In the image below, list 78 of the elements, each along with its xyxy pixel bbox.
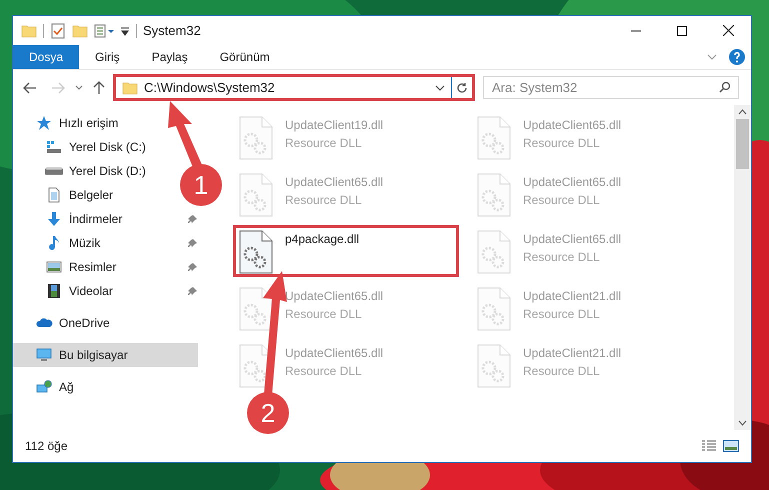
maximize-icon (677, 26, 687, 36)
item-count: 112 öğe (25, 438, 68, 455)
sidebar-item[interactable]: OneDrive (13, 311, 116, 335)
picture-icon (45, 259, 63, 275)
sidebar-item[interactable]: Belgeler (13, 183, 120, 207)
chevron-down-icon[interactable] (75, 84, 83, 90)
folder-icon (21, 22, 37, 38)
sidebar-item[interactable]: Yerel Disk (D:) (13, 159, 152, 183)
sidebar-item[interactable]: Resimler (13, 255, 122, 279)
settings-file-icon (239, 116, 273, 160)
file-name: UpdateClient65.dll (285, 174, 384, 191)
file-name: UpdateClient65.dll (523, 174, 622, 191)
ribbon-tab[interactable]: Dosya (13, 45, 80, 69)
ribbon-tab[interactable]: Görünüm (204, 45, 286, 69)
chevron-down-icon[interactable] (435, 84, 445, 92)
settings-file-icon (477, 344, 511, 388)
address-path: C:\Windows\System32 (144, 78, 275, 97)
drive-icon (45, 139, 63, 155)
settings-file-icon (477, 230, 511, 274)
close-icon (722, 25, 734, 36)
sidebar-item[interactable]: Yerel Disk (C:) (13, 135, 152, 159)
settings-file-icon (477, 173, 511, 217)
scrollbar[interactable] (734, 105, 751, 430)
file-type: Resource DLL (523, 249, 601, 266)
chevron-down-icon[interactable] (738, 420, 747, 426)
ribbon-tab[interactable]: Giriş (79, 45, 136, 69)
file-name: UpdateClient19.dll (285, 117, 384, 134)
dropdown-icon[interactable] (120, 26, 130, 36)
drive-icon (45, 167, 63, 175)
back-arrow-icon[interactable] (23, 82, 37, 94)
scrollbar-thumb[interactable] (736, 119, 749, 169)
file-item[interactable]: p4package.dll (233, 225, 459, 277)
settings-file-icon (239, 173, 273, 217)
refresh-icon (456, 82, 468, 94)
file-name: UpdateClient21.dll (523, 288, 622, 305)
file-name: p4package.dll (285, 231, 360, 248)
large-icons-view-icon[interactable] (723, 440, 739, 452)
sidebar-item[interactable]: Videolar (13, 279, 119, 303)
settings-file-icon (239, 230, 273, 274)
file-type: Resource DLL (285, 363, 363, 380)
file-type: Resource DLL (285, 192, 363, 209)
file-type: Resource DLL (523, 363, 601, 380)
sidebar-item[interactable]: İndirmeler (13, 207, 128, 231)
file-name: UpdateClient21.dll (523, 345, 622, 362)
sidebar-item[interactable]: Ağ (13, 375, 80, 399)
search-icon (719, 81, 731, 93)
sidebar-item[interactable]: Hızlı erişim (13, 111, 124, 135)
search-field[interactable]: Ara: System32 (483, 76, 739, 99)
file-name: UpdateClient65.dll (523, 231, 622, 248)
film-icon (45, 283, 63, 299)
window-title: System32 (143, 22, 201, 40)
download-icon (45, 211, 63, 227)
sidebar-item[interactable]: Müzik (13, 231, 106, 255)
sidebar-item[interactable]: Bu bilgisayar (13, 343, 198, 367)
file-name: UpdateClient65.dll (285, 288, 384, 305)
up-arrow-icon[interactable] (93, 80, 105, 94)
folder-icon (122, 80, 138, 96)
help-icon[interactable] (729, 49, 745, 65)
address-bar[interactable]: C:\Windows\System32 (113, 74, 475, 101)
chevron-up-icon[interactable] (738, 109, 747, 115)
new-folder-icon (72, 22, 88, 38)
file-name: UpdateClient65.dll (523, 117, 622, 134)
checklist-icon[interactable] (50, 22, 66, 38)
star-icon (35, 115, 53, 131)
properties-icon[interactable] (94, 22, 116, 38)
settings-file-icon (239, 287, 273, 331)
file-type: Resource DLL (523, 192, 601, 209)
monitor-icon (35, 347, 53, 363)
network-icon (35, 379, 53, 395)
file-type: Resource DLL (285, 135, 363, 152)
details-view-icon[interactable] (701, 440, 717, 452)
file-name: UpdateClient65.dll (285, 345, 384, 362)
settings-file-icon (477, 116, 511, 160)
file-type: Resource DLL (285, 306, 363, 323)
file-type: Resource DLL (523, 135, 601, 152)
file-type: Resource DLL (523, 306, 601, 323)
ribbon-tab[interactable]: Paylaş (136, 45, 204, 69)
settings-file-icon (477, 287, 511, 331)
